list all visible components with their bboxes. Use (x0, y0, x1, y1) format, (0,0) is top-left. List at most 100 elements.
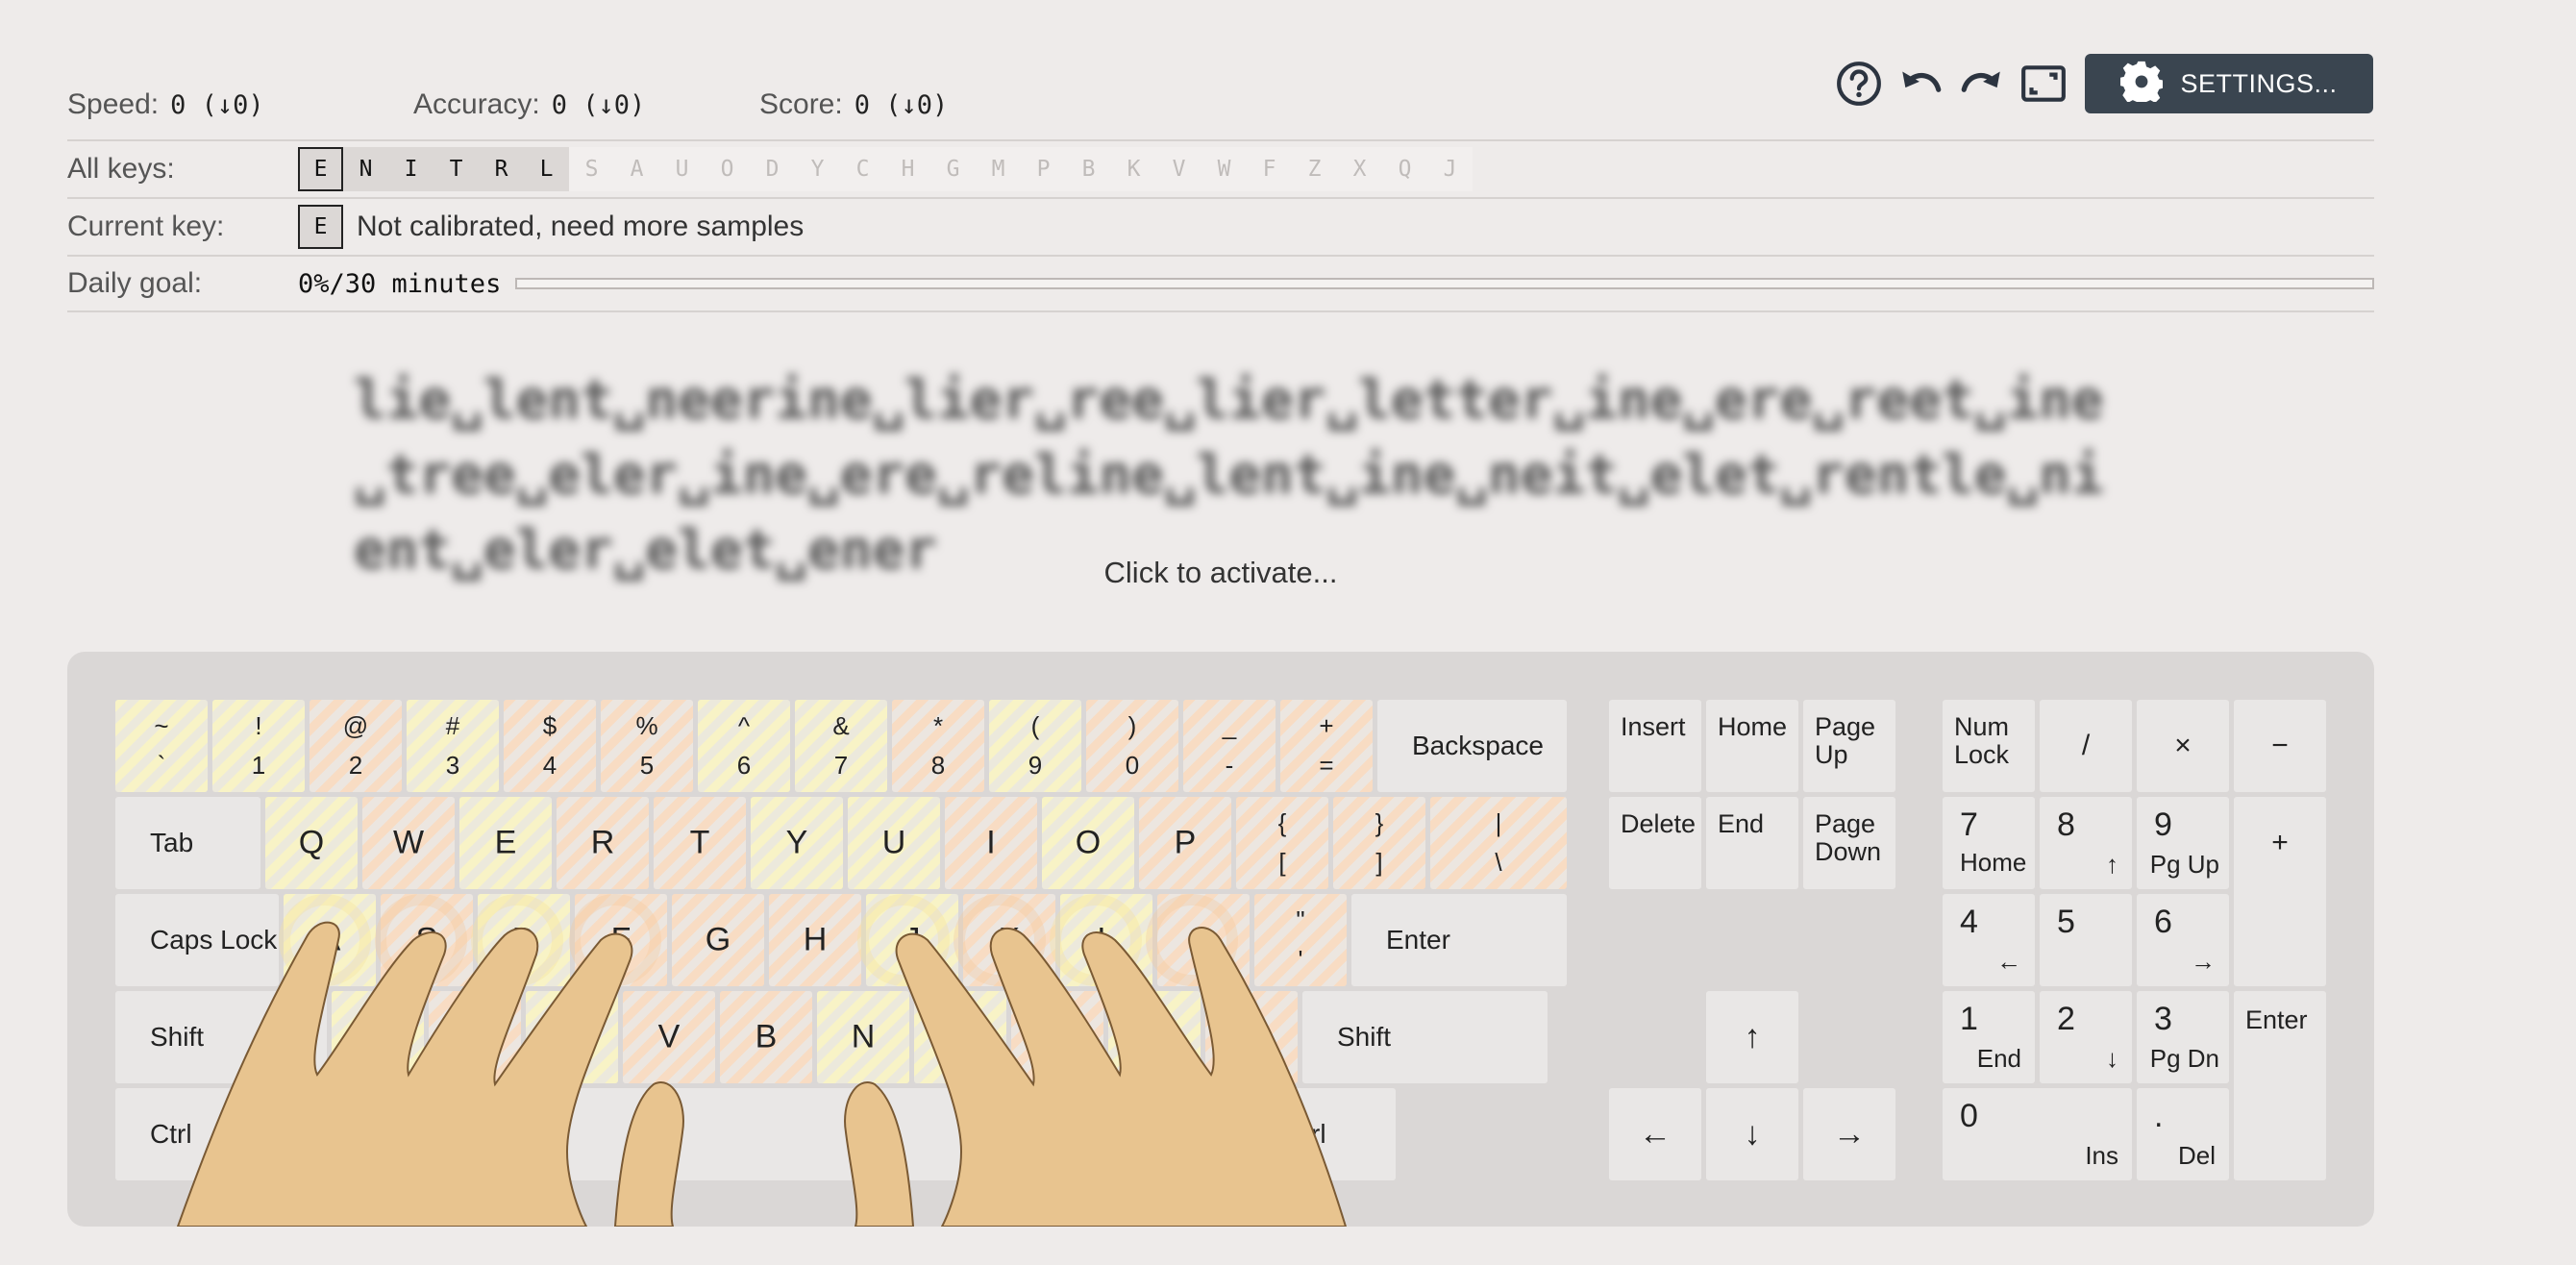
end-key[interactable]: End (1706, 797, 1798, 889)
key-period[interactable]: . (1108, 991, 1201, 1083)
key-rwin[interactable]: Win (1129, 1088, 1245, 1180)
current-key-label: Current key: (67, 211, 225, 242)
key-k[interactable]: K (963, 894, 1055, 986)
click-to-activate-hint[interactable]: Click to activate... (0, 556, 2441, 590)
key-capslock[interactable]: Caps Lock (115, 894, 279, 986)
arrow-right-key[interactable]: → (1803, 1088, 1895, 1180)
key-lalt[interactable]: Alt (365, 1088, 481, 1180)
current-key-row: Current key: E Not calibrated, need more… (67, 197, 2374, 255)
key-2[interactable]: @2 (310, 700, 402, 792)
numpad-6-key[interactable]: 6 → (2137, 894, 2229, 986)
key-h[interactable]: H (769, 894, 861, 986)
key-z[interactable]: Z (332, 991, 424, 1083)
key-l[interactable]: L (1060, 894, 1152, 986)
undo-icon[interactable] (1895, 58, 1946, 110)
key-a[interactable]: A (284, 894, 376, 986)
numpad-0-key[interactable]: 0 Ins (1943, 1088, 2132, 1180)
key-chip: K (1111, 147, 1156, 191)
key-rshift[interactable]: Shift (1302, 991, 1548, 1083)
numpad-8-key[interactable]: 8 ↑ (2040, 797, 2132, 889)
numpad-2-key[interactable]: 2 ↓ (2040, 991, 2132, 1083)
key-lwin[interactable]: Win (245, 1088, 360, 1180)
key-m[interactable]: M (914, 991, 1006, 1083)
numpad-9-key[interactable]: 9 Pg Up (2137, 797, 2229, 889)
key-f[interactable]: F (575, 894, 667, 986)
numlock-key[interactable]: Num Lock (1943, 700, 2035, 792)
key-g[interactable]: G (672, 894, 764, 986)
key-t[interactable]: T (654, 797, 746, 889)
key-0[interactable]: ) 0 (1086, 700, 1178, 792)
key-x[interactable]: X (429, 991, 521, 1083)
key-u[interactable]: U (848, 797, 940, 889)
numpad-minus-key[interactable]: − (2234, 700, 2326, 792)
page-down-key[interactable]: Page Down (1803, 797, 1895, 889)
key-space[interactable] (485, 1088, 1004, 1180)
key-b[interactable]: B (720, 991, 812, 1083)
numpad-4-key[interactable]: 4 ← (1943, 894, 2035, 986)
key-y[interactable]: Y (751, 797, 843, 889)
key-9[interactable]: (9 (989, 700, 1081, 792)
key-quote[interactable]: " ' (1254, 894, 1347, 986)
key-p[interactable]: P (1139, 797, 1231, 889)
numpad-enter-key[interactable]: Enter (2234, 991, 2326, 1180)
arrow-up-key[interactable]: ↑ (1706, 991, 1798, 1083)
key-n[interactable]: N (817, 991, 909, 1083)
key-8[interactable]: * 8 (892, 700, 984, 792)
key-v[interactable]: V (623, 991, 715, 1083)
numpad-3-key[interactable]: 3 Pg Dn (2137, 991, 2229, 1083)
settings-button[interactable]: SETTINGS... (2085, 54, 2373, 113)
key-equals[interactable]: + = (1280, 700, 1373, 792)
key-d[interactable]: D (478, 894, 570, 986)
key-chip: Y (795, 147, 840, 191)
practice-text-area[interactable]: lie␣lent␣neerine␣lier␣ree␣lier␣letter␣in… (354, 363, 2113, 588)
key-comma[interactable]: , (1011, 991, 1103, 1083)
key-1[interactable]: ! 1 (212, 700, 305, 792)
key-w[interactable]: W (362, 797, 455, 889)
key-6[interactable]: ^ 6 (698, 700, 790, 792)
numpad-1-key[interactable]: 1 End (1943, 991, 2035, 1083)
key-7[interactable]: & 7 (795, 700, 887, 792)
key-chip: M (976, 147, 1021, 191)
delete-key[interactable]: Delete (1609, 797, 1701, 889)
key-minus[interactable]: _ - (1183, 700, 1276, 792)
key-tilde[interactable]: ~ ` (115, 700, 208, 792)
fullscreen-icon[interactable] (2018, 58, 2069, 110)
key-j[interactable]: J (866, 894, 958, 986)
current-key-status: Not calibrated, need more samples (357, 211, 805, 242)
key-r[interactable]: R (557, 797, 649, 889)
numpad-7-key[interactable]: 7 Home (1943, 797, 2035, 889)
page-up-key[interactable]: Page Up (1803, 700, 1895, 792)
key-slash[interactable]: / (1205, 991, 1298, 1083)
key-e[interactable]: E (459, 797, 552, 889)
key-backslash[interactable]: | \ (1430, 797, 1567, 889)
home-key[interactable]: Home (1706, 700, 1798, 792)
insert-key[interactable]: Insert (1609, 700, 1701, 792)
key-lshift[interactable]: Shift (115, 991, 327, 1083)
key-s[interactable]: S (381, 894, 473, 986)
key-i[interactable]: I (945, 797, 1037, 889)
key-backspace[interactable]: Backspace (1377, 700, 1567, 792)
key-semicolon[interactable]: ; (1157, 894, 1250, 986)
key-4[interactable]: $4 (504, 700, 596, 792)
numpad-plus-key[interactable]: + (2234, 797, 2326, 986)
numpad-multiply-key[interactable]: × (2137, 700, 2229, 792)
numpad-slash-key[interactable]: / (2040, 700, 2132, 792)
key-5[interactable]: % 5 (601, 700, 693, 792)
key-3[interactable]: #3 (407, 700, 499, 792)
numpad-dot-key[interactable]: . Del (2137, 1088, 2229, 1180)
redo-icon[interactable] (1956, 58, 2008, 110)
key-rbracket[interactable]: }] (1333, 797, 1425, 889)
key-tab[interactable]: Tab (115, 797, 260, 889)
key-c[interactable]: C (526, 991, 618, 1083)
numpad-5-key[interactable]: 5 (2040, 894, 2132, 986)
key-lbracket[interactable]: {[ (1236, 797, 1328, 889)
key-enter[interactable]: Enter (1351, 894, 1567, 986)
key-o[interactable]: O (1042, 797, 1134, 889)
help-icon[interactable] (1833, 58, 1885, 110)
key-rctrl[interactable]: Ctrl (1250, 1088, 1396, 1180)
arrow-down-key[interactable]: ↓ (1706, 1088, 1798, 1180)
key-lctrl[interactable]: Ctrl (115, 1088, 240, 1180)
key-q[interactable]: Q (265, 797, 358, 889)
key-ralt[interactable]: Alt (1009, 1088, 1125, 1180)
arrow-left-key[interactable]: ← (1609, 1088, 1701, 1180)
